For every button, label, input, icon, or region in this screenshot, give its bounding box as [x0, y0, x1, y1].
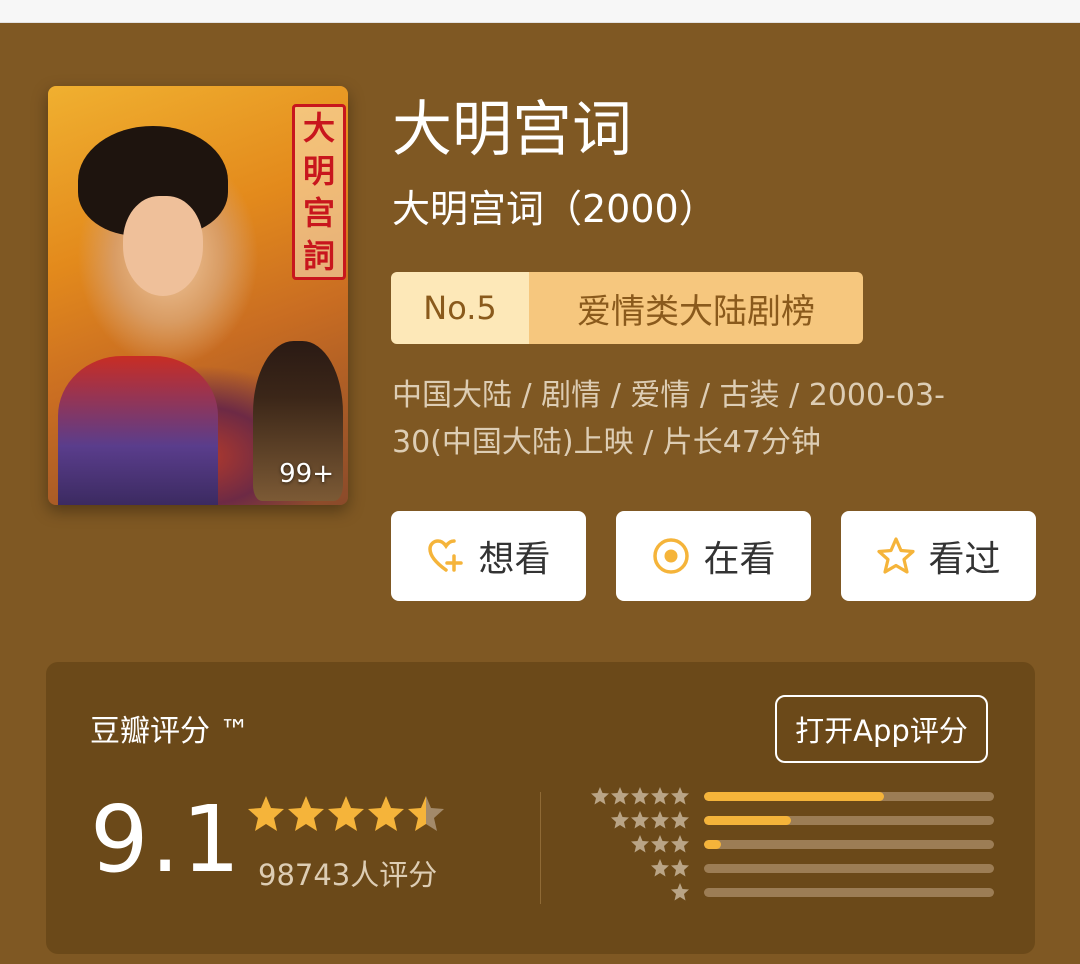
browser-top-bar [0, 0, 1080, 23]
page-title: 大明宫词 [392, 95, 632, 165]
poster-figure-robe [58, 356, 218, 505]
rank-list-name: 爱情类大陆剧榜 [529, 272, 863, 344]
small-star-icon [671, 835, 689, 853]
rating-bar-track [704, 888, 994, 897]
rating-bar-track [704, 816, 994, 825]
small-star-icon [631, 811, 649, 829]
target-circle-icon [651, 536, 691, 576]
small-star-icon [671, 787, 689, 805]
rating-votes[interactable]: 98743人评分 [258, 852, 437, 894]
small-star-icon [611, 811, 629, 829]
rating-stars [246, 794, 446, 838]
rating-divider [540, 792, 541, 904]
small-star-icon [651, 859, 669, 877]
rating-distribution-row [586, 786, 996, 808]
rating-distribution-row [586, 810, 996, 832]
poster-seal-char: 詞 [302, 236, 335, 275]
poster-seal-char: 宫 [302, 194, 335, 233]
small-star-icon [651, 787, 669, 805]
rating-distribution-row [586, 858, 996, 880]
want-to-watch-button[interactable]: 想看 [391, 511, 586, 601]
original-title: 大明宫词（2000） [392, 187, 717, 231]
heart-plus-icon [426, 536, 466, 576]
rating-bar-fill [704, 840, 722, 849]
rating-star-icon [408, 796, 444, 831]
small-star-icon [611, 787, 629, 805]
watching-button[interactable]: 在看 [616, 511, 811, 601]
want-to-watch-label: 想看 [478, 539, 551, 580]
rating-label: 豆瓣评分 ™ [90, 714, 250, 749]
rank-number: No.5 [391, 272, 529, 344]
rating-bar-track [704, 840, 994, 849]
small-star-icon [631, 787, 649, 805]
small-star-icon [591, 787, 609, 805]
rating-distribution-row [586, 834, 996, 856]
open-app-rate-button[interactable]: 打开App评分 [775, 695, 988, 763]
rating-row-stars [650, 858, 690, 880]
small-star-icon [651, 811, 669, 829]
small-star-icon [651, 835, 669, 853]
rating-panel: 豆瓣评分 ™ 打开App评分 9.1 98743人评分 [46, 662, 1035, 954]
rating-star-icon [288, 796, 324, 831]
rating-bar-track [704, 792, 994, 801]
poster-image[interactable]: 大 明 宫 詞 99+ [48, 86, 348, 505]
watching-label: 在看 [703, 539, 776, 580]
rating-star-icon [328, 796, 364, 831]
rating-bar-fill [704, 816, 791, 825]
rating-row-stars [590, 786, 690, 808]
small-star-icon [671, 859, 689, 877]
small-star-icon [671, 811, 689, 829]
rank-badge[interactable]: No.5 爱情类大陆剧榜 [391, 272, 863, 344]
poster-title-seal: 大 明 宫 詞 [292, 104, 346, 280]
small-star-icon [631, 835, 649, 853]
movie-meta-info: 中国大陆 / 剧情 / 爱情 / 古装 / 2000-03-30(中国大陆)上映… [392, 378, 945, 460]
rating-row-stars [610, 810, 690, 832]
rating-star-icon [248, 796, 284, 831]
rating-distribution-row [586, 882, 996, 904]
rating-bar-track [704, 864, 994, 873]
star-outline-icon [876, 536, 916, 576]
watched-label: 看过 [928, 539, 1001, 580]
watched-button[interactable]: 看过 [841, 511, 1036, 601]
poster-figure-face [123, 196, 203, 296]
small-star-icon [671, 883, 689, 901]
rating-star-icon [368, 796, 404, 831]
rating-row-stars [630, 834, 690, 856]
rating-score: 9.1 [90, 786, 243, 893]
rating-bar-fill [704, 792, 884, 801]
rating-row-stars [670, 882, 690, 904]
poster-photo-count: 99+ [279, 459, 334, 489]
poster-seal-char: 大 [302, 109, 335, 148]
poster-seal-char: 明 [302, 151, 335, 190]
